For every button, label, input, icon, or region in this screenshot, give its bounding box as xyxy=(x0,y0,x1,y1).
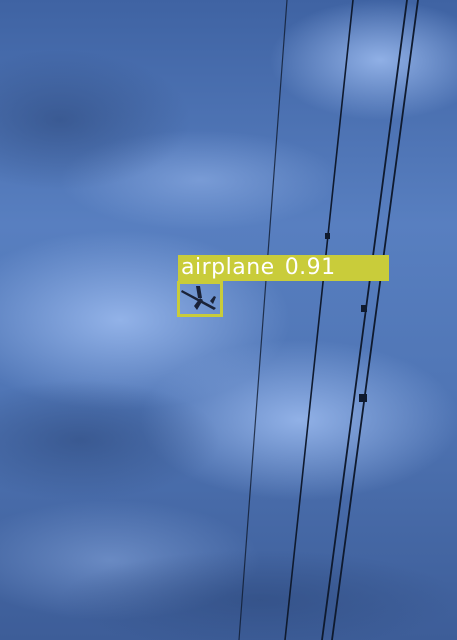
detection-class: airplane xyxy=(181,255,275,280)
wire-marker-3 xyxy=(359,394,367,402)
photo-scene: airplane 0.91 xyxy=(0,0,457,640)
detection-confidence: 0.91 xyxy=(284,255,336,280)
sky-background xyxy=(0,0,457,640)
wire-marker-2 xyxy=(361,305,367,312)
wire-marker-1 xyxy=(325,233,330,239)
detection-bounding-box xyxy=(177,281,223,317)
detection-label: airplane 0.91 xyxy=(178,255,389,281)
